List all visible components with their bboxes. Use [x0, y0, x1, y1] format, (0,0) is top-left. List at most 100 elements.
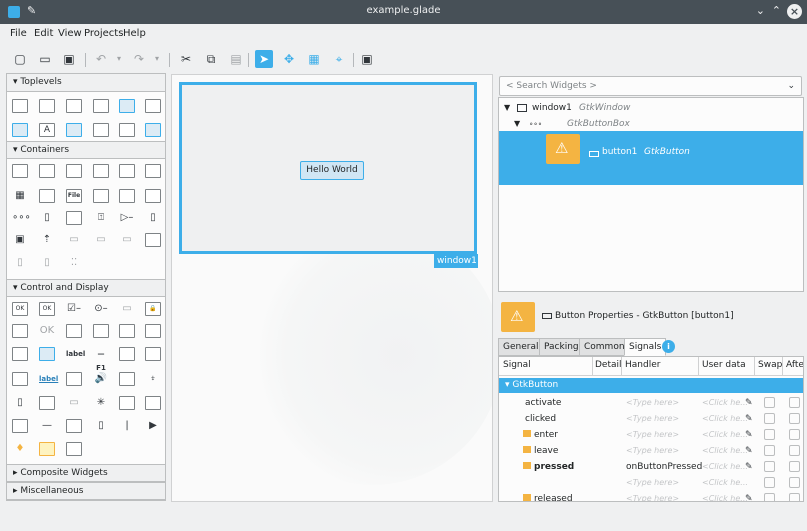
button-icon[interactable]: OK: [12, 302, 28, 316]
link-label-icon[interactable]: label: [39, 372, 58, 386]
align-edit-icon[interactable]: ⌖: [330, 50, 348, 68]
volume-button-icon[interactable]: 🔊: [93, 372, 109, 386]
spinner-icon[interactable]: ✳: [93, 396, 109, 410]
edit-pencil-icon[interactable]: ✎: [745, 443, 753, 459]
after-checkbox[interactable]: [789, 413, 800, 424]
section-toplevels[interactable]: ▾ Toplevels: [7, 74, 165, 92]
link-button-icon[interactable]: ▭: [119, 302, 135, 316]
preview-icon[interactable]: ▣: [358, 50, 376, 68]
drawing-area-icon[interactable]: ♦: [12, 442, 28, 456]
minimize-icon[interactable]: ⌄: [756, 4, 765, 17]
grid-icon[interactable]: [39, 164, 55, 178]
action-bar-icon[interactable]: ⇡: [39, 233, 55, 247]
text-view-icon[interactable]: [119, 396, 135, 410]
signal-row[interactable]: leave <Type here> <Click he... ✎: [499, 443, 803, 459]
menu-edit[interactable]: Edit: [34, 28, 53, 39]
col-detail[interactable]: Detail: [595, 360, 622, 370]
edit-pencil-icon[interactable]: ✎: [745, 459, 753, 475]
section-control-display[interactable]: ▾ Control and Display: [7, 279, 165, 297]
edit-pencil-icon[interactable]: ✎: [745, 491, 753, 501]
col-signal[interactable]: Signal: [503, 360, 531, 370]
label-icon[interactable]: label: [66, 347, 85, 361]
open-icon[interactable]: ▭: [36, 50, 54, 68]
handler-cell[interactable]: <Type here>: [626, 491, 679, 501]
popover-icon[interactable]: [119, 123, 135, 137]
notebook-icon[interactable]: [66, 164, 82, 178]
after-checkbox[interactable]: [789, 397, 800, 408]
swap-checkbox[interactable]: [764, 493, 775, 501]
swap-checkbox[interactable]: [764, 461, 775, 472]
menu-view[interactable]: View: [58, 28, 82, 39]
user-data-cell[interactable]: <Click he...: [702, 395, 748, 411]
vertical-scale-icon[interactable]: ⍖: [145, 372, 161, 386]
search-bar-icon[interactable]: ▭: [93, 233, 109, 247]
recent-chooser-icon[interactable]: [66, 123, 82, 137]
tab-general[interactable]: General: [498, 338, 544, 356]
tab-common[interactable]: Common: [579, 338, 630, 356]
search-entry-icon[interactable]: [119, 324, 135, 338]
assistant-icon[interactable]: [145, 99, 161, 113]
swap-checkbox[interactable]: [764, 429, 775, 440]
expander-icon[interactable]: ▷–: [119, 211, 135, 225]
col-handler[interactable]: Handler: [625, 360, 660, 370]
scrolled-window-icon[interactable]: ▯: [39, 211, 55, 225]
tab-packing[interactable]: Packing: [539, 338, 584, 356]
handler-cell[interactable]: <Type here>: [626, 411, 679, 427]
spin-button-icon[interactable]: [12, 324, 28, 338]
entry-completion-icon[interactable]: [119, 372, 135, 386]
signal-row[interactable]: released <Type here> <Click he... ✎: [499, 491, 803, 501]
swap-checkbox[interactable]: [764, 445, 775, 456]
maximize-icon[interactable]: ⌃: [772, 4, 781, 17]
save-icon[interactable]: ▣: [60, 50, 78, 68]
swap-checkbox[interactable]: [764, 477, 775, 488]
handler-cell[interactable]: onButtonPressed: [626, 459, 702, 475]
tree-row-button1[interactable]: button1 GtkButton: [499, 131, 803, 185]
search-widgets-input[interactable]: < Search Widgets > ⌄: [499, 76, 802, 96]
col-swap[interactable]: Swap: [758, 360, 782, 370]
toolbar-container-icon[interactable]: [93, 189, 109, 203]
select-icon[interactable]: ➤: [255, 50, 273, 68]
menu-file[interactable]: File: [10, 28, 27, 39]
radio-button-icon[interactable]: ⊙–: [93, 302, 109, 316]
tree-row-buttonbox[interactable]: ▼ ∘∘∘ GtkButtonBox: [499, 116, 803, 132]
lock-button-icon[interactable]: 🔒: [145, 302, 161, 316]
user-data-cell[interactable]: <Click he...: [702, 491, 748, 501]
menu-projects[interactable]: Projects: [84, 28, 123, 39]
signal-row[interactable]: activate <Type here> <Click he... ✎: [499, 395, 803, 411]
calendar-icon[interactable]: [66, 419, 82, 433]
chevron-down-icon[interactable]: ⌄: [787, 77, 795, 95]
combo-box-icon[interactable]: [145, 324, 161, 338]
copy-icon[interactable]: ⧉: [202, 50, 220, 68]
menu-help[interactable]: Help: [123, 28, 146, 39]
stack-icon[interactable]: [145, 189, 161, 203]
tree-view-icon[interactable]: [145, 396, 161, 410]
font-chooser-icon[interactable]: A: [39, 123, 55, 137]
frame-icon[interactable]: [93, 164, 109, 178]
redo-icon[interactable]: ↷: [130, 50, 148, 68]
handler-cell[interactable]: <Type here>: [626, 475, 679, 491]
paste-icon[interactable]: ▤: [227, 50, 245, 68]
user-data-cell[interactable]: <Click he...: [702, 475, 748, 491]
stack-switcher-icon[interactable]: ▭: [119, 233, 135, 247]
table-icon[interactable]: ⁚⁚: [66, 256, 82, 270]
cut-icon[interactable]: ✂: [177, 50, 195, 68]
layout-icon[interactable]: [39, 189, 55, 203]
scale-icon[interactable]: [66, 372, 82, 386]
media-controls-icon[interactable]: ▶: [145, 419, 161, 433]
toolbar-items-icon[interactable]: ∘∘∘: [12, 211, 31, 225]
user-data-cell[interactable]: <Click he...: [702, 443, 748, 459]
hello-world-button[interactable]: Hello World: [300, 161, 364, 180]
message-dialog-icon[interactable]: [93, 123, 109, 137]
horizontal-separator-icon[interactable]: —: [39, 419, 55, 433]
info-bar-icon[interactable]: ▭: [66, 233, 82, 247]
handler-cell[interactable]: <Type here>: [626, 395, 679, 411]
signal-row[interactable]: clicked <Type here> <Click he... ✎: [499, 411, 803, 427]
after-checkbox[interactable]: [789, 461, 800, 472]
combo-text-icon[interactable]: [12, 347, 28, 361]
shortcuts-window-icon[interactable]: [145, 123, 161, 137]
window1-preview[interactable]: Hello World: [179, 82, 477, 254]
image-chooser-icon[interactable]: [12, 123, 28, 137]
undo-menu-icon[interactable]: ▾: [110, 50, 128, 68]
col-user-data[interactable]: User data: [702, 360, 746, 370]
fixed-icon[interactable]: ▯: [39, 256, 55, 270]
